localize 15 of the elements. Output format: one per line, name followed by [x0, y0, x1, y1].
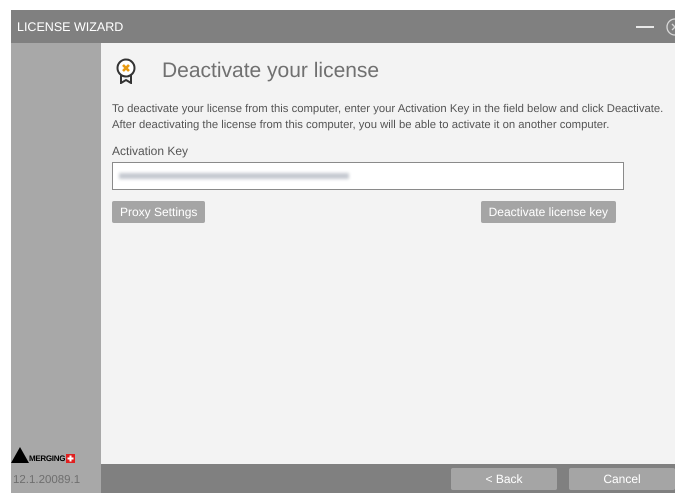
version-text: 12.1.20089.1	[12, 474, 82, 488]
description-text: To deactivate your license from this computer, enter your Activation Key in the field below and click Deactivate. After deactivating the license from this computer, you will be able to activate it on another computer.	[112, 102, 664, 133]
window-title: LICENSE WIZARD	[17, 20, 124, 34]
cancel-button[interactable]: Cancel	[569, 468, 675, 490]
page-heading: Deactivate your license	[162, 59, 380, 83]
logo-text: MERGING	[29, 455, 66, 463]
triangle-logo-icon	[11, 447, 29, 463]
field-label: Activation Key	[112, 144, 190, 158]
back-button[interactable]: < Back	[451, 468, 557, 490]
swiss-cross-icon	[66, 454, 76, 463]
deactivate-button[interactable]: Deactivate license key	[480, 201, 616, 223]
minimize-icon[interactable]	[636, 26, 654, 28]
proxy-settings-button[interactable]: Proxy Settings	[112, 201, 206, 223]
activation-key-field[interactable]	[112, 162, 624, 190]
award-badge-icon	[116, 58, 136, 84]
